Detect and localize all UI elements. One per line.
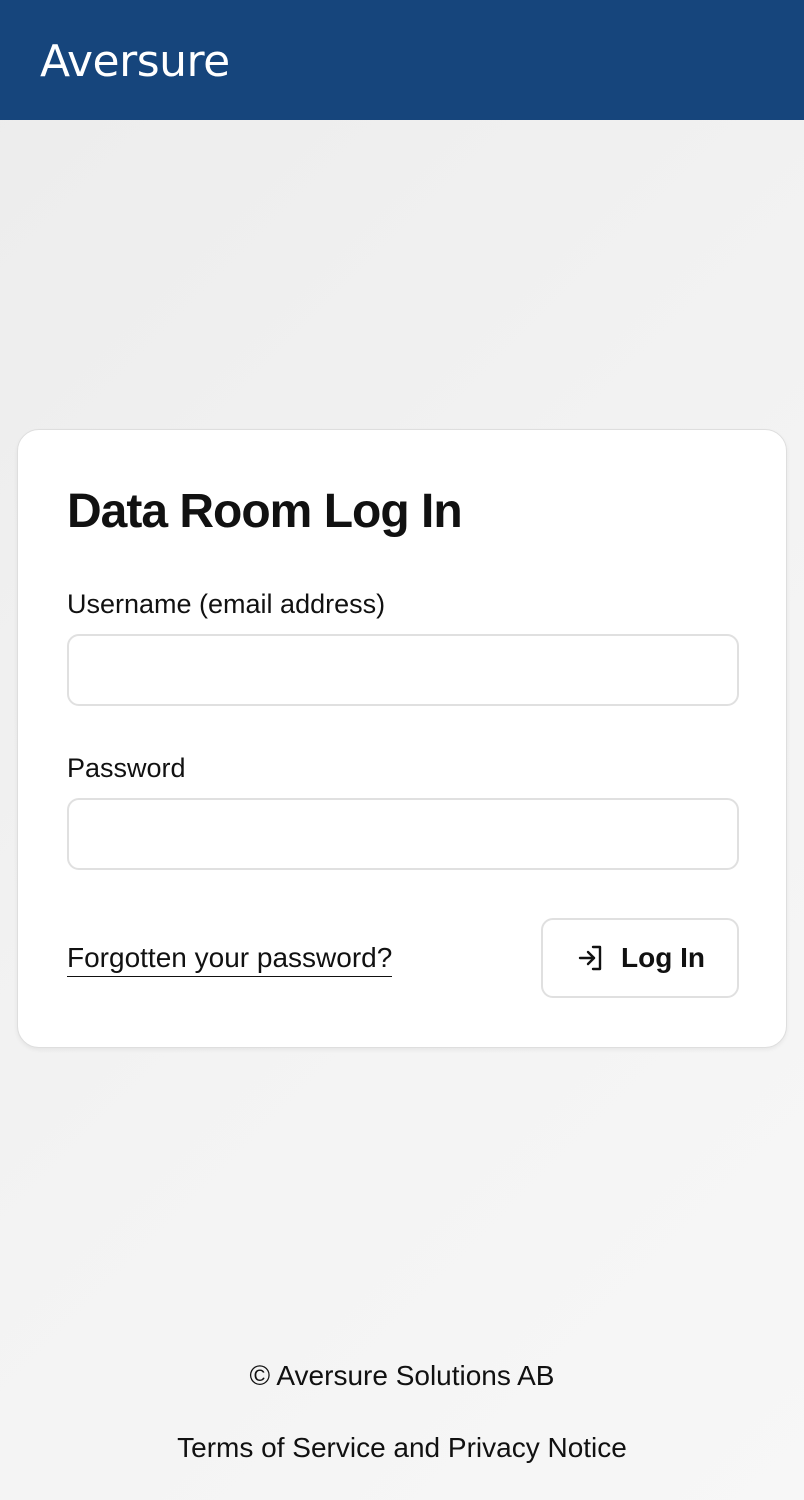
password-label: Password <box>67 753 186 783</box>
top-header-bar: Aversure <box>0 0 804 120</box>
login-button[interactable]: Log In <box>541 918 739 998</box>
username-label: Username (email address) <box>67 589 386 619</box>
page-title: Data Room Log In <box>67 485 463 538</box>
username-input[interactable] <box>67 634 739 706</box>
login-arrow-icon <box>575 942 607 974</box>
login-card: Data Room Log In Username (email address… <box>17 429 787 1048</box>
terms-privacy-link[interactable]: Terms of Service and Privacy Notice <box>0 1430 804 1466</box>
login-button-label: Log In <box>621 942 705 973</box>
forgot-password-link[interactable]: Forgotten your password? <box>67 940 393 977</box>
aversure-logo[interactable]: Aversure <box>40 34 230 90</box>
password-input[interactable] <box>67 798 739 870</box>
copyright-text: © Aversure Solutions AB <box>249 1360 555 1391</box>
